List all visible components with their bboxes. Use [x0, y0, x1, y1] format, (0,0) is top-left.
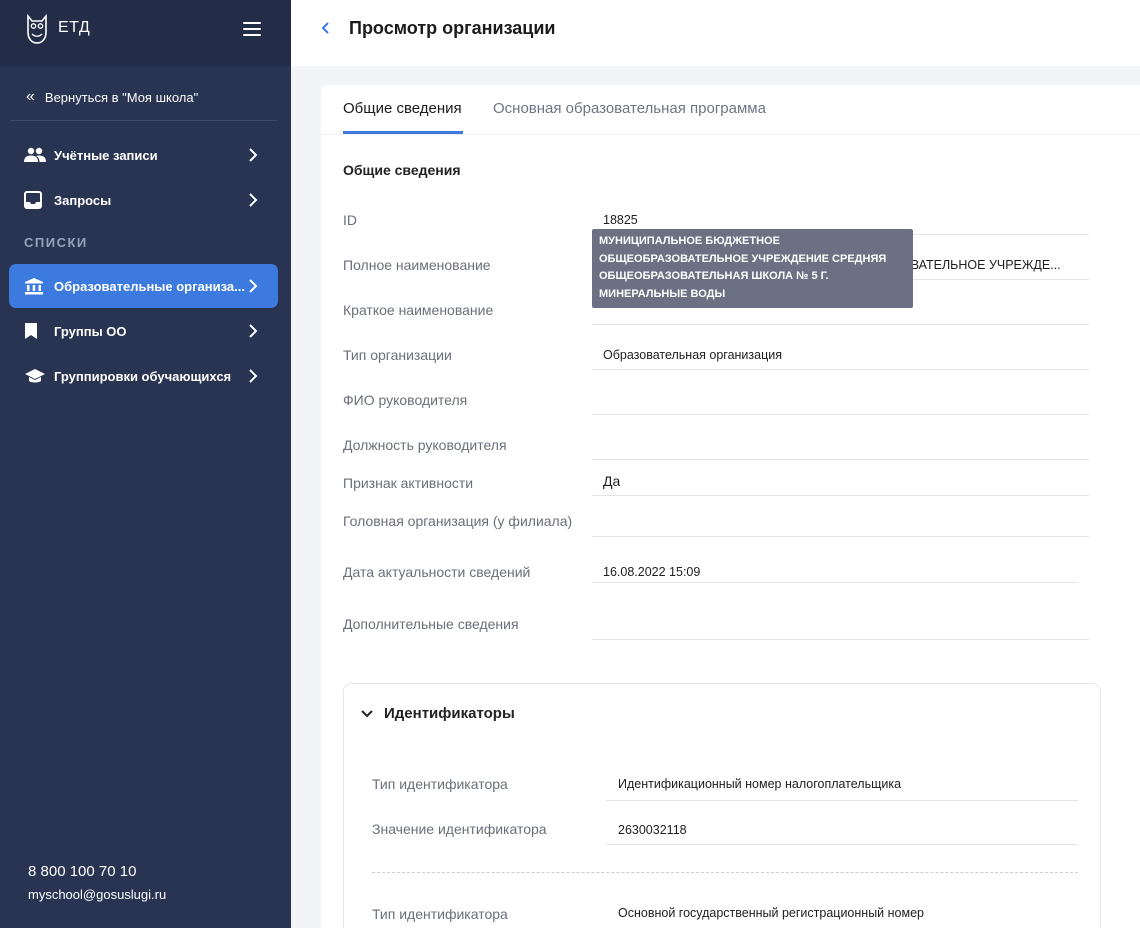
support-phone[interactable]: 8 800 100 70 10	[28, 863, 136, 880]
sidebar-item-student-groupings[interactable]: Группировки обучающихся	[9, 354, 278, 398]
sidebar-divider	[10, 120, 277, 121]
tab-main-program[interactable]: Основная образовательная программа	[493, 100, 766, 117]
field-underline	[592, 414, 1089, 415]
field-value-active: Да	[603, 473, 621, 489]
chevron-right-icon	[249, 279, 258, 293]
back-to-school-link[interactable]: « Вернуться в "Моя школа"	[26, 88, 198, 106]
chevron-right-icon	[249, 148, 258, 162]
sidebar-item-label: Группы ОО	[54, 323, 127, 339]
sidebar-item-accounts[interactable]: Учётные записи	[9, 133, 278, 177]
sidebar-item-organizations[interactable]: Образовательные организа...	[9, 264, 278, 308]
brand-bar: ЕТД	[0, 0, 291, 66]
organization-card: Общие сведения Основная образовательная …	[321, 85, 1140, 928]
identifier-type-value: Основной государственный регистрационный…	[618, 906, 924, 920]
sidebar-section-lists: СПИСКИ	[24, 235, 88, 250]
support-email[interactable]: myschool@gosuslugi.ru	[28, 887, 166, 902]
field-underline	[592, 495, 1089, 496]
identifier-value-label: Значение идентификатора	[372, 821, 547, 837]
field-label-short-name: Краткое наименование	[343, 302, 494, 318]
full-name-tooltip: МУНИЦИПАЛЬНОЕ БЮДЖЕТНОЕ ОБЩЕОБРАЗОВАТЕЛЬ…	[592, 229, 913, 308]
owl-logo-icon	[27, 13, 47, 44]
chevron-right-icon	[249, 193, 258, 207]
identifier-separator	[372, 872, 1078, 873]
field-underline	[592, 369, 1089, 370]
identifiers-title: Идентификаторы	[384, 705, 515, 722]
tab-general-info[interactable]: Общие сведения	[343, 100, 462, 117]
field-underline	[606, 800, 1078, 801]
institution-icon	[24, 276, 48, 296]
brand-name: ЕТД	[58, 19, 91, 36]
sidebar: ЕТД « Вернуться в "Моя школа" Учётные за…	[0, 0, 291, 928]
back-to-school-label: Вернуться в "Моя школа"	[44, 89, 199, 105]
field-label-org-type: Тип организации	[343, 347, 452, 363]
page-title: Просмотр организации	[349, 18, 556, 38]
field-underline	[592, 582, 1078, 583]
sidebar-item-label: Запросы	[54, 192, 112, 208]
back-chevron-icon[interactable]	[319, 19, 331, 37]
identifier-type-label: Тип идентификатора	[372, 906, 508, 922]
identifier-type-value: Идентификационный номер налогоплательщик…	[618, 777, 902, 791]
section-title-general: Общие сведения	[343, 162, 461, 178]
identifier-value: 2630032118	[618, 823, 687, 837]
sidebar-item-label: Группировки обучающихся	[54, 368, 232, 384]
bookmark-icon	[24, 321, 48, 341]
field-label-active: Признак активности	[343, 475, 474, 491]
field-underline	[592, 324, 1089, 325]
field-label-id: ID	[343, 212, 357, 228]
graduation-cap-icon	[24, 366, 48, 386]
field-label-head-name: ФИО руководителя	[343, 392, 468, 408]
double-chevron-left-icon: «	[26, 88, 35, 105]
field-label-head-position: Должность руководителя	[343, 437, 507, 453]
page-header: Просмотр организации	[291, 0, 1140, 66]
field-underline	[592, 536, 1089, 537]
field-value-id: 18825	[603, 213, 638, 227]
identifiers-panel: Идентификаторы Тип идентификатора Иденти…	[343, 683, 1101, 928]
sidebar-item-label: Учётные записи	[54, 147, 158, 163]
field-underline	[592, 459, 1089, 460]
field-value-actual-date: 16.08.2022 15:09	[603, 565, 701, 579]
field-label-parent-org: Головная организация (у филиала)	[343, 513, 573, 529]
tab-bar: Общие сведения Основная образовательная …	[321, 85, 1140, 135]
chevron-right-icon	[249, 324, 258, 338]
field-label-actual-date: Дата актуальности сведений	[343, 564, 531, 580]
identifier-type-label: Тип идентификатора	[372, 776, 508, 792]
field-label-full-name: Полное наименование	[343, 257, 491, 273]
sidebar-item-label: Образовательные организа...	[54, 278, 245, 294]
sidebar-item-org-groups[interactable]: Группы ОО	[9, 309, 278, 353]
menu-toggle-icon[interactable]	[243, 22, 261, 36]
sidebar-item-requests[interactable]: Запросы	[9, 178, 278, 222]
field-label-additional-info: Дополнительные сведения	[343, 616, 519, 632]
identifiers-toggle[interactable]: Идентификаторы	[360, 705, 515, 722]
chevron-right-icon	[249, 369, 258, 383]
field-underline	[606, 844, 1078, 845]
active-tab-indicator	[343, 131, 463, 134]
field-underline	[592, 639, 1089, 640]
field-value-org-type: Образовательная организация	[603, 348, 783, 362]
users-icon	[24, 145, 48, 165]
chevron-down-icon	[361, 709, 373, 717]
field-value-full-name[interactable]: ОВАТЕЛЬНОЕ УЧРЕЖДЕ...	[901, 258, 1061, 272]
inbox-icon	[24, 190, 48, 210]
